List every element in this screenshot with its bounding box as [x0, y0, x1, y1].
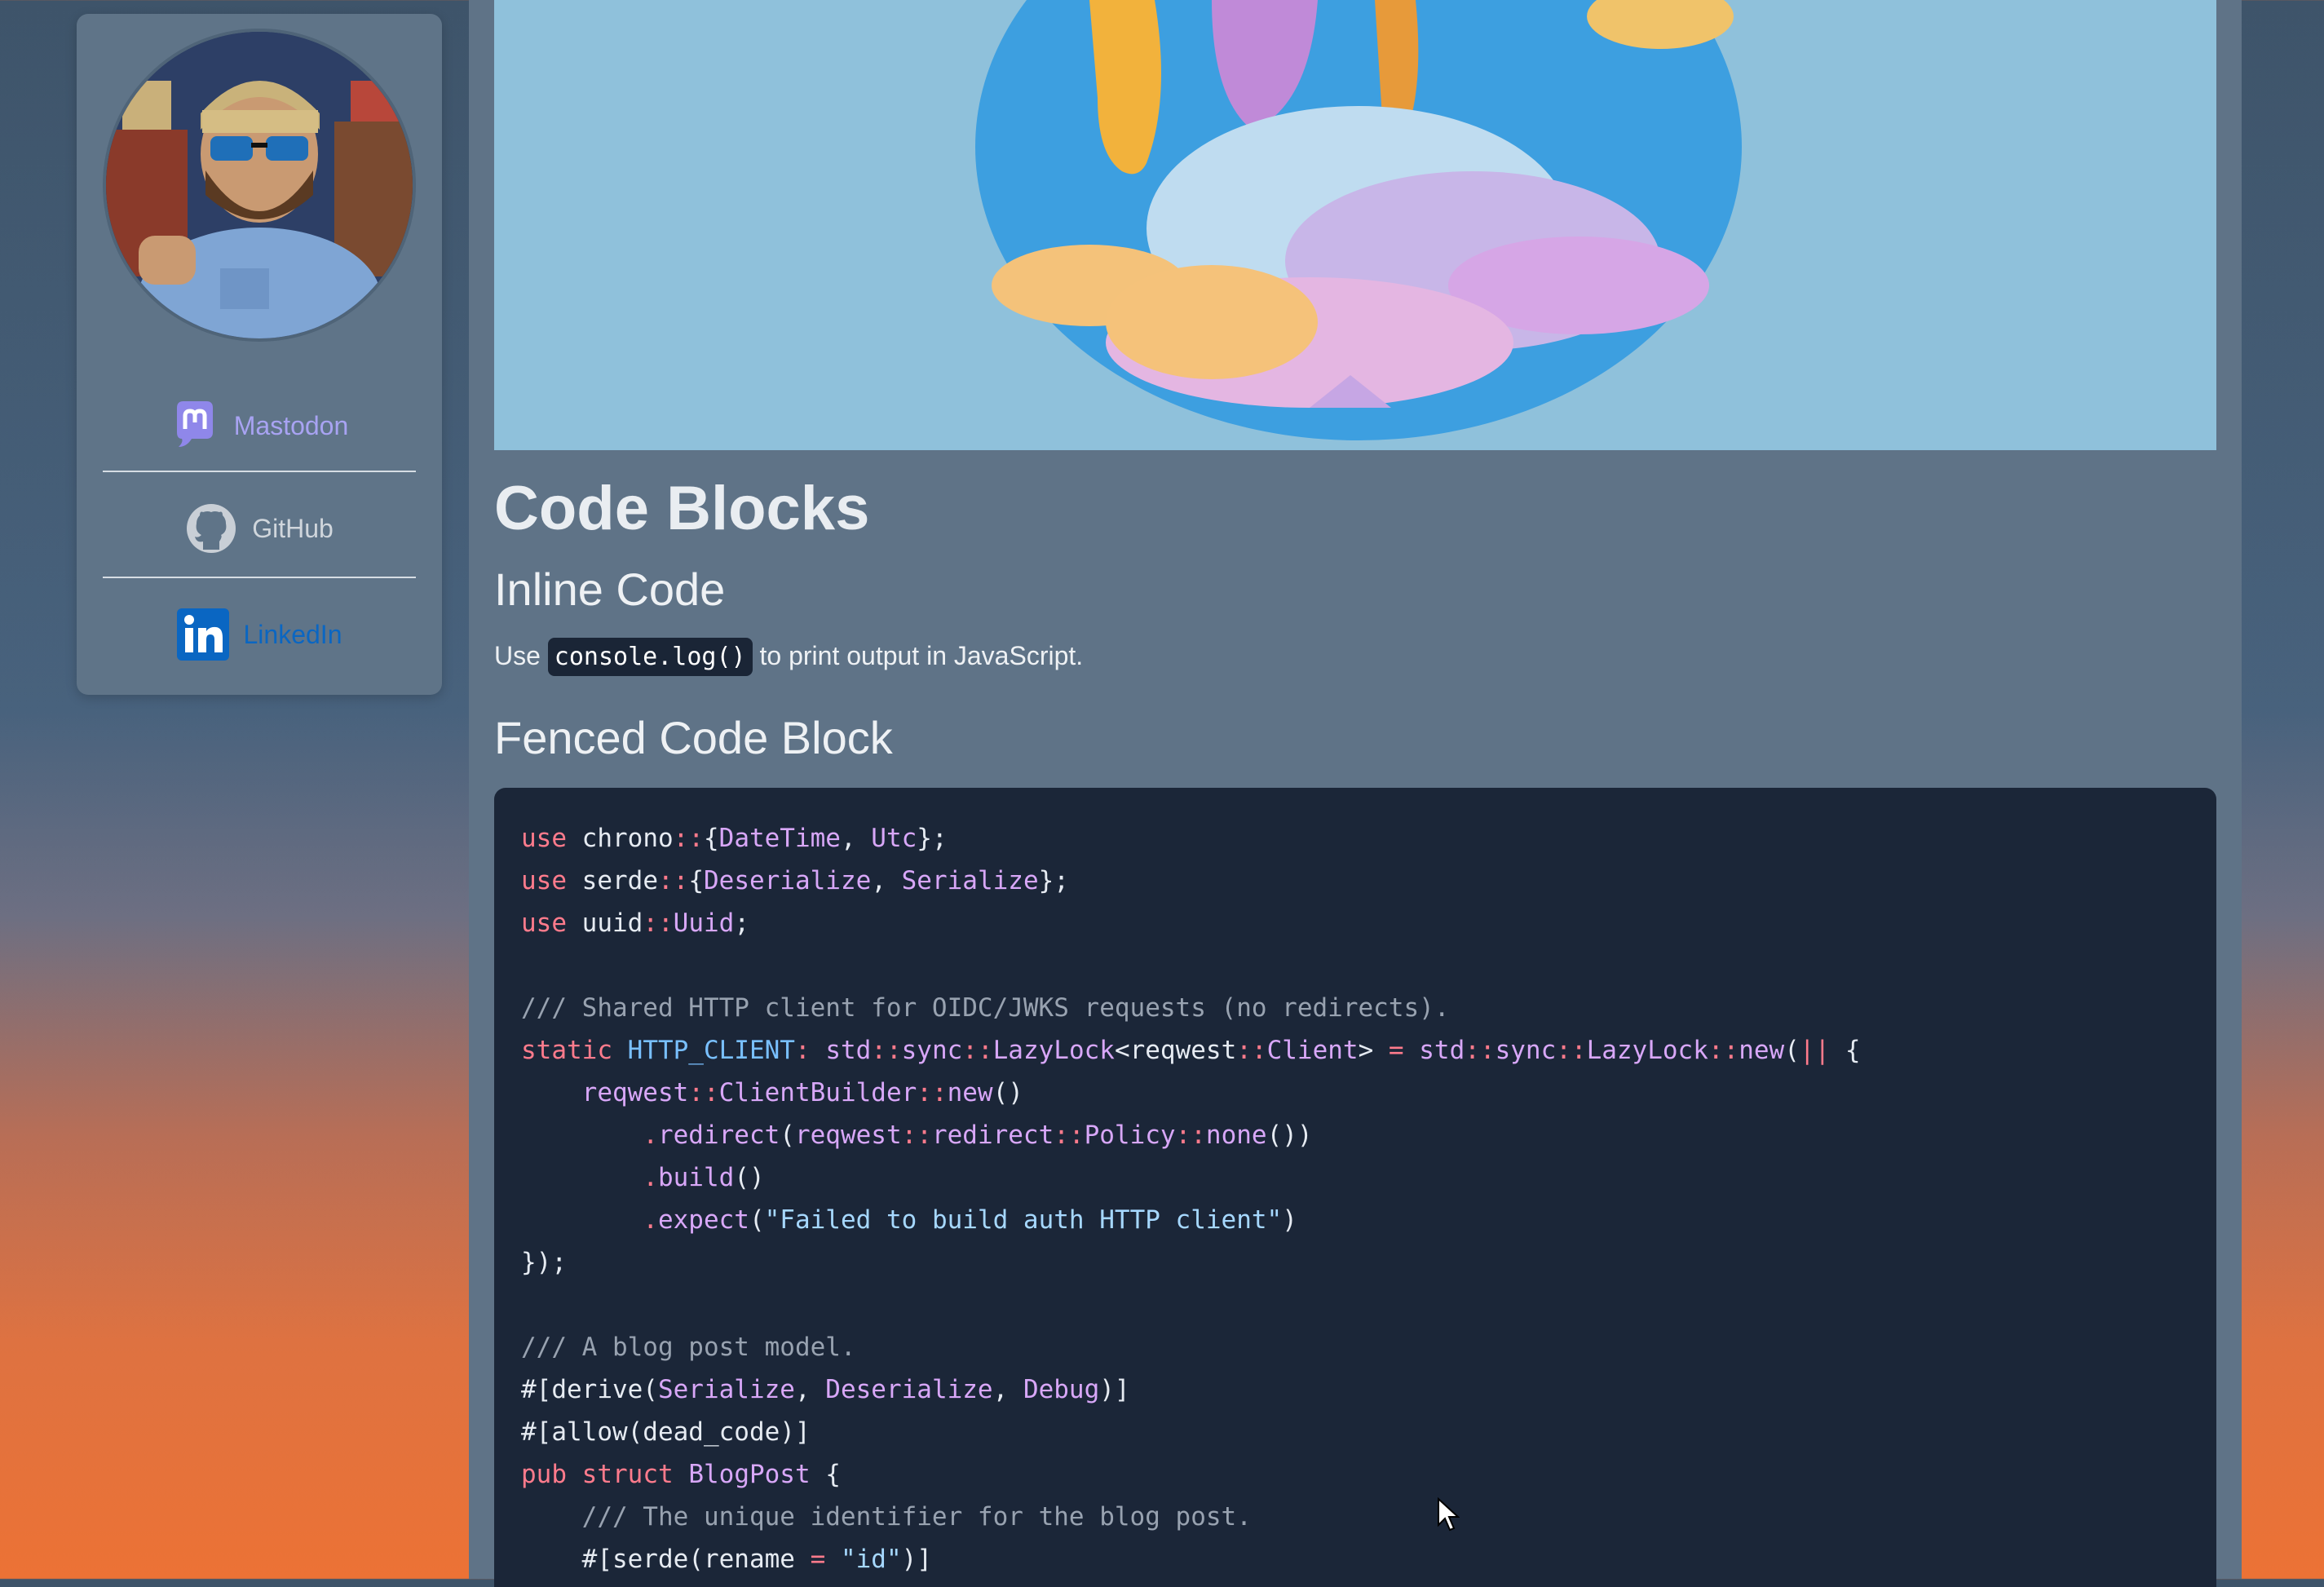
- fenced-code-heading: Fenced Code Block: [494, 712, 893, 763]
- mastodon-icon: [176, 401, 213, 447]
- code-line: use serde::{Deserialize, Serialize};: [521, 866, 1069, 895]
- divider: [103, 471, 416, 472]
- sidebar-link-mastodon[interactable]: Mastodon: [103, 373, 416, 479]
- code-line: #[derive(Serialize, Deserialize, Debug)]: [521, 1375, 1130, 1404]
- code-block: use chrono::{DateTime, Utc}; use serde::…: [494, 788, 2216, 1587]
- mouse-cursor-icon: [1438, 1497, 1460, 1532]
- sidebar-link-linkedin[interactable]: LinkedIn: [103, 581, 416, 687]
- code-line: #[serde(rename = "id")]: [581, 1545, 932, 1574]
- hero-image: [494, 0, 2216, 450]
- code-line: use chrono::{DateTime, Utc};: [521, 824, 948, 853]
- avatar: [103, 29, 416, 342]
- divider: [103, 577, 416, 578]
- inline-code-heading: Inline Code: [494, 564, 726, 615]
- github-label: GitHub: [252, 513, 334, 543]
- code-line: #[allow(dead_code)]: [521, 1417, 811, 1447]
- para-text-after: to print output in JavaScript.: [759, 641, 1084, 670]
- mastodon-label: Mastodon: [233, 410, 349, 440]
- avatar-image: [106, 32, 413, 338]
- inline-code: console.log(): [547, 638, 753, 676]
- code-comment: /// Shared HTTP client for OIDC/JWKS req…: [521, 993, 1450, 1023]
- code-line: use uuid::Uuid;: [521, 908, 749, 938]
- hero-illustration: [494, 0, 2216, 450]
- main-content: Code Blocks Inline Code Use console.log(…: [469, 0, 2242, 1587]
- code-line: static HTTP_CLIENT: std::sync::LazyLock<…: [521, 1036, 1861, 1065]
- code-line: reqwest::ClientBuilder::new(): [581, 1078, 1023, 1107]
- sidebar-link-github[interactable]: GitHub: [103, 475, 416, 581]
- github-icon: [187, 504, 236, 553]
- page-title: Code Blocks: [494, 474, 870, 543]
- linkedin-icon: [176, 608, 229, 661]
- para-text-before: Use: [494, 641, 541, 670]
- inline-code-paragraph: Use console.log() to print output in Jav…: [494, 638, 1084, 676]
- code-line: .build(): [643, 1163, 765, 1192]
- code-line: .expect("Failed to build auth HTTP clien…: [643, 1205, 1297, 1235]
- code-content: use chrono::{DateTime, Utc}; use serde::…: [494, 788, 2216, 1580]
- code-comment: /// The unique identifier for the blog p…: [581, 1502, 1252, 1532]
- linkedin-label: LinkedIn: [243, 619, 342, 649]
- code-comment: /// A blog post model.: [521, 1333, 856, 1362]
- code-line: .redirect(reqwest::redirect::Policy::non…: [643, 1121, 1313, 1150]
- profile-sidebar: Mastodon GitHub LinkedIn: [77, 14, 442, 695]
- code-line: pub struct BlogPost {: [521, 1460, 841, 1489]
- code-line: });: [521, 1248, 567, 1277]
